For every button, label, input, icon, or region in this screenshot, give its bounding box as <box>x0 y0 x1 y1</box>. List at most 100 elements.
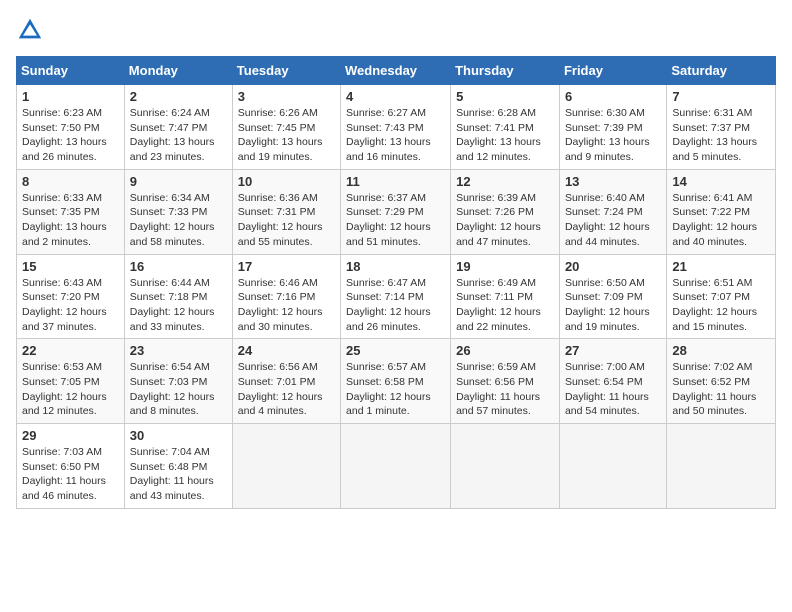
day-info: Sunrise: 6:36 AMSunset: 7:31 PMDaylight:… <box>238 191 335 250</box>
day-number: 23 <box>130 343 227 358</box>
calendar-cell: 26 Sunrise: 6:59 AMSunset: 6:56 PMDayligh… <box>451 339 560 424</box>
page-header <box>16 16 776 44</box>
week-row-1: 1Sunrise: 6:23 AMSunset: 7:50 PMDaylight… <box>17 85 776 170</box>
calendar-cell: 12 Sunrise: 6:39 AMSunset: 7:26 PMDayligh… <box>451 169 560 254</box>
day-info: Sunrise: 6:51 AMSunset: 7:07 PMDaylight:… <box>672 276 770 335</box>
calendar-cell: 1Sunrise: 6:23 AMSunset: 7:50 PMDaylight… <box>17 85 125 170</box>
weekday-header-friday: Friday <box>559 57 666 85</box>
day-info: Sunrise: 6:43 AMSunset: 7:20 PMDaylight:… <box>22 276 119 335</box>
calendar-cell: 2Sunrise: 6:24 AMSunset: 7:47 PMDaylight… <box>124 85 232 170</box>
day-info: Sunrise: 6:39 AMSunset: 7:26 PMDaylight:… <box>456 191 554 250</box>
calendar-cell: 13 Sunrise: 6:40 AMSunset: 7:24 PMDayligh… <box>559 169 666 254</box>
calendar-cell <box>451 424 560 509</box>
calendar-cell: 27 Sunrise: 7:00 AMSunset: 6:54 PMDayligh… <box>559 339 666 424</box>
day-info: Sunrise: 6:47 AMSunset: 7:14 PMDaylight:… <box>346 276 445 335</box>
calendar-cell: 7 Sunrise: 6:31 AMSunset: 7:37 PMDaylight… <box>667 85 776 170</box>
calendar-cell: 8 Sunrise: 6:33 AMSunset: 7:35 PMDaylight… <box>17 169 125 254</box>
day-info: Sunrise: 6:37 AMSunset: 7:29 PMDaylight:… <box>346 191 445 250</box>
calendar-cell: 17 Sunrise: 6:46 AMSunset: 7:16 PMDayligh… <box>232 254 340 339</box>
calendar-cell <box>559 424 666 509</box>
calendar-cell: 11Sunrise: 6:37 AMSunset: 7:29 PMDayligh… <box>341 169 451 254</box>
weekday-header-monday: Monday <box>124 57 232 85</box>
day-info: Sunrise: 6:28 AMSunset: 7:41 PMDaylight:… <box>456 106 554 165</box>
calendar-cell: 28Sunrise: 7:02 AMSunset: 6:52 PMDayligh… <box>667 339 776 424</box>
calendar-cell: 9 Sunrise: 6:34 AMSunset: 7:33 PMDaylight… <box>124 169 232 254</box>
calendar-cell: 18Sunrise: 6:47 AMSunset: 7:14 PMDayligh… <box>341 254 451 339</box>
day-number: 12 <box>456 174 554 189</box>
calendar-cell: 15 Sunrise: 6:43 AMSunset: 7:20 PMDayligh… <box>17 254 125 339</box>
calendar-cell: 3 Sunrise: 6:26 AMSunset: 7:45 PMDaylight… <box>232 85 340 170</box>
day-number: 29 <box>22 428 119 443</box>
day-number: 3 <box>238 89 335 104</box>
weekday-header-wednesday: Wednesday <box>341 57 451 85</box>
day-number: 10 <box>238 174 335 189</box>
logo <box>16 16 48 44</box>
day-number: 26 <box>456 343 554 358</box>
day-number: 9 <box>130 174 227 189</box>
calendar-cell: 24 Sunrise: 6:56 AMSunset: 7:01 PMDayligh… <box>232 339 340 424</box>
day-number: 14 <box>672 174 770 189</box>
day-info: Sunrise: 7:04 AMSunset: 6:48 PMDaylight:… <box>130 445 227 504</box>
day-number: 25 <box>346 343 445 358</box>
day-info: Sunrise: 6:33 AMSunset: 7:35 PMDaylight:… <box>22 191 119 250</box>
day-number: 30 <box>130 428 227 443</box>
day-number: 8 <box>22 174 119 189</box>
weekday-header-tuesday: Tuesday <box>232 57 340 85</box>
day-info: Sunrise: 6:23 AMSunset: 7:50 PMDaylight:… <box>22 106 119 165</box>
calendar-cell: 4Sunrise: 6:27 AMSunset: 7:43 PMDaylight… <box>341 85 451 170</box>
calendar-cell: 23 Sunrise: 6:54 AMSunset: 7:03 PMDayligh… <box>124 339 232 424</box>
day-info: Sunrise: 6:49 AMSunset: 7:11 PMDaylight:… <box>456 276 554 335</box>
day-number: 19 <box>456 259 554 274</box>
day-info: Sunrise: 6:41 AMSunset: 7:22 PMDaylight:… <box>672 191 770 250</box>
day-info: Sunrise: 6:59 AMSunset: 6:56 PMDaylight:… <box>456 360 554 419</box>
day-info: Sunrise: 6:34 AMSunset: 7:33 PMDaylight:… <box>130 191 227 250</box>
day-number: 2 <box>130 89 227 104</box>
day-info: Sunrise: 6:46 AMSunset: 7:16 PMDaylight:… <box>238 276 335 335</box>
day-number: 6 <box>565 89 661 104</box>
calendar-cell: 22 Sunrise: 6:53 AMSunset: 7:05 PMDayligh… <box>17 339 125 424</box>
day-info: Sunrise: 6:56 AMSunset: 7:01 PMDaylight:… <box>238 360 335 419</box>
day-info: Sunrise: 6:50 AMSunset: 7:09 PMDaylight:… <box>565 276 661 335</box>
day-number: 20 <box>565 259 661 274</box>
week-row-4: 22 Sunrise: 6:53 AMSunset: 7:05 PMDayligh… <box>17 339 776 424</box>
calendar-cell: 30 Sunrise: 7:04 AMSunset: 6:48 PMDayligh… <box>124 424 232 509</box>
day-info: Sunrise: 7:03 AMSunset: 6:50 PMDaylight:… <box>22 445 119 504</box>
calendar-cell: 5 Sunrise: 6:28 AMSunset: 7:41 PMDaylight… <box>451 85 560 170</box>
weekday-header-saturday: Saturday <box>667 57 776 85</box>
day-number: 5 <box>456 89 554 104</box>
calendar-cell: 6Sunrise: 6:30 AMSunset: 7:39 PMDaylight… <box>559 85 666 170</box>
calendar-cell: 19 Sunrise: 6:49 AMSunset: 7:11 PMDayligh… <box>451 254 560 339</box>
calendar-table: SundayMondayTuesdayWednesdayThursdayFrid… <box>16 56 776 509</box>
day-number: 17 <box>238 259 335 274</box>
day-number: 28 <box>672 343 770 358</box>
day-info: Sunrise: 6:31 AMSunset: 7:37 PMDaylight:… <box>672 106 770 165</box>
week-row-5: 29 Sunrise: 7:03 AMSunset: 6:50 PMDayligh… <box>17 424 776 509</box>
day-info: Sunrise: 6:26 AMSunset: 7:45 PMDaylight:… <box>238 106 335 165</box>
day-number: 15 <box>22 259 119 274</box>
day-number: 21 <box>672 259 770 274</box>
day-number: 13 <box>565 174 661 189</box>
day-info: Sunrise: 6:40 AMSunset: 7:24 PMDaylight:… <box>565 191 661 250</box>
calendar-cell: 21 Sunrise: 6:51 AMSunset: 7:07 PMDayligh… <box>667 254 776 339</box>
day-info: Sunrise: 7:00 AMSunset: 6:54 PMDaylight:… <box>565 360 661 419</box>
calendar-cell <box>232 424 340 509</box>
calendar-cell: 14 Sunrise: 6:41 AMSunset: 7:22 PMDayligh… <box>667 169 776 254</box>
week-row-3: 15 Sunrise: 6:43 AMSunset: 7:20 PMDayligh… <box>17 254 776 339</box>
day-number: 16 <box>130 259 227 274</box>
day-number: 24 <box>238 343 335 358</box>
weekday-header-row: SundayMondayTuesdayWednesdayThursdayFrid… <box>17 57 776 85</box>
day-number: 4 <box>346 89 445 104</box>
weekday-header-sunday: Sunday <box>17 57 125 85</box>
day-number: 27 <box>565 343 661 358</box>
calendar-cell: 10 Sunrise: 6:36 AMSunset: 7:31 PMDayligh… <box>232 169 340 254</box>
day-number: 7 <box>672 89 770 104</box>
day-info: Sunrise: 6:54 AMSunset: 7:03 PMDaylight:… <box>130 360 227 419</box>
day-number: 22 <box>22 343 119 358</box>
day-info: Sunrise: 6:53 AMSunset: 7:05 PMDaylight:… <box>22 360 119 419</box>
week-row-2: 8 Sunrise: 6:33 AMSunset: 7:35 PMDaylight… <box>17 169 776 254</box>
weekday-header-thursday: Thursday <box>451 57 560 85</box>
logo-icon <box>16 16 44 44</box>
calendar-cell <box>667 424 776 509</box>
calendar-cell: 20 Sunrise: 6:50 AMSunset: 7:09 PMDayligh… <box>559 254 666 339</box>
calendar-cell: 29 Sunrise: 7:03 AMSunset: 6:50 PMDayligh… <box>17 424 125 509</box>
